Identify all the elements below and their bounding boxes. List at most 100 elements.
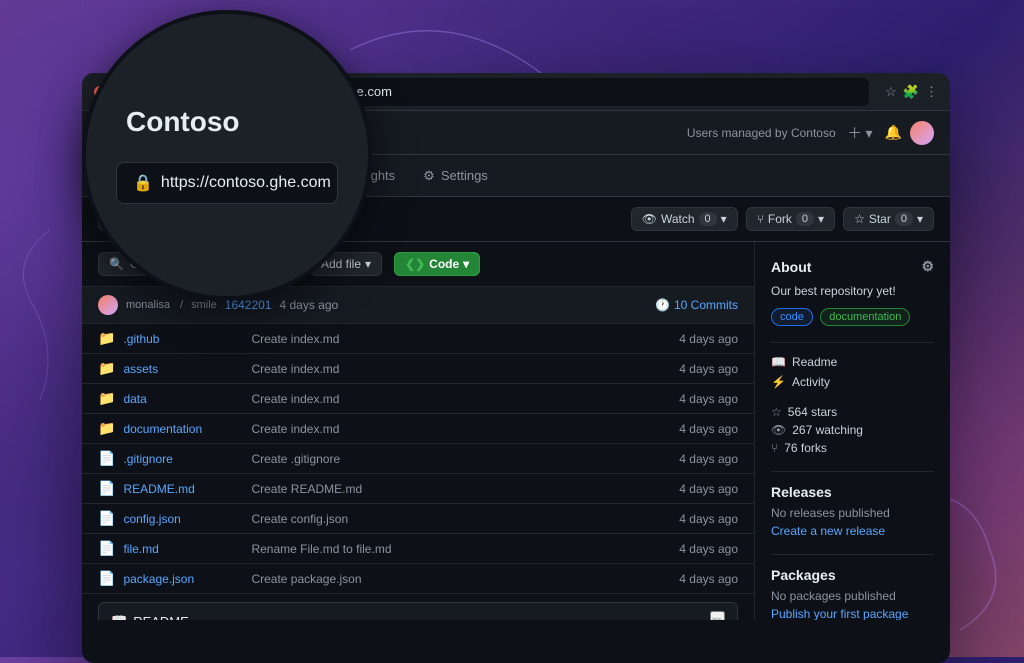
readme-header: 📖 README ✏ — [99, 603, 737, 620]
file-message: Create .gitignore — [251, 452, 671, 466]
nav-item-settings[interactable]: ⚙ Settings — [411, 160, 500, 192]
no-releases-text: No releases published — [771, 506, 934, 520]
file-name[interactable]: data — [123, 392, 243, 406]
publish-package-link[interactable]: Publish your first package — [771, 607, 908, 620]
releases-section: Releases No releases published Create a … — [771, 484, 934, 538]
code-button[interactable]: ❮❯ Code ▾ — [394, 252, 480, 276]
more-icon[interactable]: ⋮ — [925, 84, 938, 100]
releases-title: Releases — [771, 484, 934, 500]
extension-icon[interactable]: 🧩 — [903, 84, 919, 100]
book-icon: 📖 — [111, 613, 127, 620]
file-name[interactable]: config.json — [123, 512, 243, 526]
file-time: 4 days ago — [679, 572, 738, 586]
file-time: 4 days ago — [679, 332, 738, 346]
file-time: 4 days ago — [679, 512, 738, 526]
table-row: 📁 assets Create index.md 4 days ago — [82, 354, 754, 384]
file-name[interactable]: .gitignore — [123, 452, 243, 466]
file-message: Create index.md — [251, 332, 671, 346]
readme-section: 📖 README ✏ Get the latest and greatest u… — [98, 602, 738, 620]
stars-stat: ☆ 564 stars — [771, 405, 934, 419]
file-time: 4 days ago — [679, 392, 738, 406]
user-avatar[interactable] — [910, 121, 934, 145]
file-icon: 📄 — [98, 450, 115, 467]
magnifier-url-text: https://contoso.ghe.com — [161, 174, 331, 192]
bookmark-icon[interactable]: ☆ — [885, 84, 897, 100]
table-row: 📄 package.json Create package.json 4 day… — [82, 564, 754, 594]
readme-link[interactable]: 📖 Readme — [771, 355, 934, 369]
file-time: 4 days ago — [679, 542, 738, 556]
file-icon: 📄 — [98, 540, 115, 557]
fork-button[interactable]: ⑂ Fork 0 ▾ — [746, 207, 835, 231]
file-message: Create index.md — [251, 362, 671, 376]
eye-icon: 👁 — [642, 212, 657, 226]
file-message: Rename File.md to file.md — [251, 542, 671, 556]
about-section: About ⚙ Our best repository yet! code do… — [771, 258, 934, 326]
tag-code[interactable]: code — [771, 308, 813, 326]
stats-section: ☆ 564 stars 👁 267 watching ⑂ 76 forks — [771, 405, 934, 455]
about-desc: Our best repository yet! — [771, 283, 934, 300]
tag-documentation[interactable]: documentation — [820, 308, 910, 326]
sidebar-divider-3 — [771, 554, 934, 555]
file-icon: 📄 — [98, 570, 115, 587]
plus-button[interactable]: ＋ ▾ — [844, 121, 877, 145]
commit-hash[interactable]: 1642201 — [225, 298, 272, 312]
file-browser: 🔍 Go to file t Add file ▾ ❮❯ Code ▾ mona… — [82, 242, 754, 620]
star-stat-icon: ☆ — [771, 405, 782, 419]
table-row: 📄 config.json Create config.json 4 days … — [82, 504, 754, 534]
file-name[interactable]: .github — [123, 332, 243, 346]
activity-icon: ⚡ — [771, 375, 786, 389]
watch-dropdown-icon: ▾ — [721, 212, 727, 226]
watch-button[interactable]: 👁 Watch 0 ▾ — [631, 207, 738, 231]
clock-icon: 🕐 — [655, 298, 670, 312]
file-name[interactable]: file.md — [123, 542, 243, 556]
file-message: Create README.md — [251, 482, 671, 496]
settings-label: Settings — [441, 168, 488, 183]
sidebar-divider-2 — [771, 471, 934, 472]
committer-avatar — [98, 295, 118, 315]
fork-icon: ⑂ — [757, 212, 764, 226]
file-icon: 📄 — [98, 480, 115, 497]
create-release-link[interactable]: Create a new release — [771, 524, 885, 538]
tag-container: code documentation — [771, 308, 934, 326]
table-row: 📁 documentation Create index.md 4 days a… — [82, 414, 754, 444]
repo-name-label: smile — [191, 299, 217, 311]
magnifier-url-bar: 🔒 https://contoso.ghe.com — [116, 162, 338, 204]
table-row: 📄 .gitignore Create .gitignore 4 days ag… — [82, 444, 754, 474]
readme-edit-button[interactable]: ✏ — [710, 611, 725, 620]
file-name[interactable]: package.json — [123, 572, 243, 586]
commits-link[interactable]: 🕐 10 Commits — [655, 298, 738, 312]
table-row: 📁 data Create index.md 4 days ago — [82, 384, 754, 414]
file-message: Create package.json — [251, 572, 671, 586]
watching-stat: 👁 267 watching — [771, 423, 934, 437]
file-message: Create index.md — [251, 422, 671, 436]
file-name[interactable]: README.md — [123, 482, 243, 496]
readme-title: README — [133, 614, 189, 621]
star-button[interactable]: ☆ Star 0 ▾ — [843, 207, 934, 231]
code-dropdown: ▾ — [463, 257, 469, 271]
users-managed-label: Users managed by Contoso — [687, 126, 836, 140]
about-title: About ⚙ — [771, 258, 934, 275]
sidebar: About ⚙ Our best repository yet! code do… — [754, 242, 950, 620]
about-gear-icon[interactable]: ⚙ — [921, 258, 934, 275]
search-icon-small: 🔍 — [109, 257, 124, 271]
star-count: 0 — [895, 212, 913, 226]
magnifier-overlay: Contoso 🔒 https://contoso.ghe.com — [82, 10, 372, 300]
magnifier-lock-icon: 🔒 — [133, 173, 153, 193]
file-name[interactable]: assets — [123, 362, 243, 376]
file-icon: 📄 — [98, 510, 115, 527]
file-time: 4 days ago — [679, 452, 738, 466]
fork-dropdown-icon: ▾ — [818, 212, 824, 226]
activity-link[interactable]: ⚡ Activity — [771, 375, 934, 389]
fork-stat-icon: ⑂ — [771, 441, 778, 455]
file-name[interactable]: documentation — [123, 422, 243, 436]
bell-icon[interactable]: 🔔 — [885, 124, 902, 141]
magnifier-title: Contoso — [116, 106, 240, 138]
add-file-dropdown: ▾ — [365, 257, 371, 271]
gear-icon: ⚙ — [423, 168, 435, 184]
packages-title: Packages — [771, 567, 934, 583]
file-message: Create index.md — [251, 392, 671, 406]
file-list: 📁 .github Create index.md 4 days ago 📁 a… — [82, 324, 754, 594]
file-time: 4 days ago — [679, 362, 738, 376]
table-row: 📁 .github Create index.md 4 days ago — [82, 324, 754, 354]
forks-stat: ⑂ 76 forks — [771, 441, 934, 455]
